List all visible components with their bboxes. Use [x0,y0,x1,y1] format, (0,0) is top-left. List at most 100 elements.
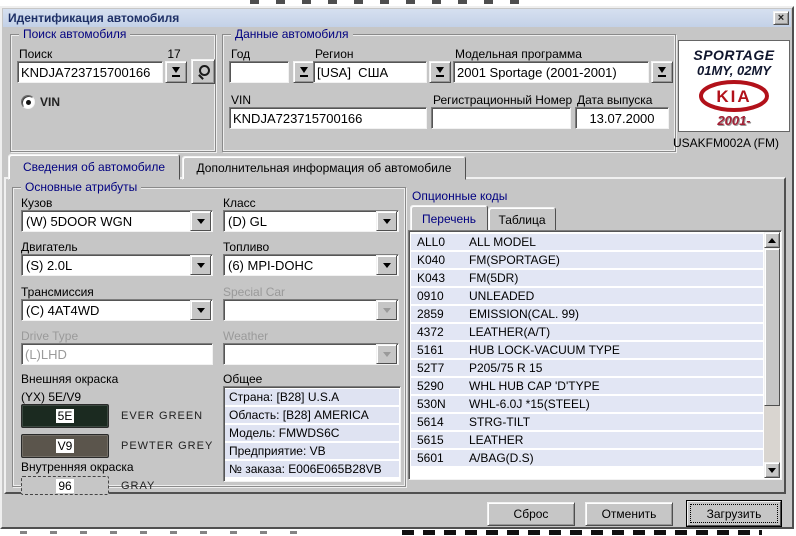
combo-arrow-button[interactable] [376,211,397,231]
registration-number-label: Регистрационный Номер [433,93,572,107]
option-code: 530N [411,397,469,411]
combo-arrow-button[interactable] [190,255,211,275]
exterior-swatch-pewter-grey: V9 PEWTER GREY [21,434,213,458]
dropdown-arrow-icon [300,67,309,77]
combo-arrow-button [376,300,397,320]
exterior-paint-label: Внешняя окраска [21,372,118,386]
load-button-label: Загрузить [707,507,762,521]
option-code-row[interactable]: 2859 EMISSION(CAL. 99) [411,306,763,322]
fuel-label: Топливо [223,240,269,254]
interior-paint-label: Внутренняя окраска [21,460,134,474]
registration-number-input[interactable] [431,107,571,129]
tab-additional-info[interactable]: Дополнительная информация об автомобиле [182,156,466,180]
reset-button-label: Сброс [514,507,549,521]
option-code-row[interactable]: 530N WHL-6.0J *15(STEEL) [411,396,763,412]
engine-label: Двигатель [21,240,78,254]
general-listbox[interactable]: Страна: [B28] U.S.A Область: [B28] AMERI… [223,386,401,482]
scroll-down-button[interactable] [764,462,780,478]
fuel-combo[interactable]: (6) MPI-DOHC [223,254,399,276]
scrollbar[interactable] [764,232,780,478]
option-code-row[interactable]: K040 FM(SPORTAGE) [411,252,763,268]
option-description: WHL-6.0J *15(STEEL) [469,397,763,411]
region-input[interactable] [313,61,427,83]
dialog-title: Идентификация автомобиля [8,11,773,25]
vehicle-data-group-title: Данные автомобиля [231,27,353,41]
tab-vehicle-info[interactable]: Сведения об автомобиле [8,154,180,180]
option-code-row[interactable]: 5615 LEATHER [411,432,763,448]
body-label: Кузов [21,196,52,210]
svg-text:KIA: KIA [716,87,751,106]
search-button[interactable] [191,59,215,84]
scroll-up-button[interactable] [764,232,780,248]
transmission-combo[interactable]: (C) 4AT4WD [21,299,213,321]
option-code-row[interactable]: K043 FM(5DR) [411,270,763,286]
option-code-row[interactable]: 52T7 P205/75 R 15 [411,360,763,376]
weather-combo [223,343,399,365]
vin-radio[interactable]: VIN [21,95,60,109]
chevron-down-icon [383,263,391,268]
dropdown-arrow-icon [436,67,445,77]
option-code-row[interactable]: 0910 UNLEADED [411,288,763,304]
tab-option-table-label: Таблица [498,213,545,227]
combo-arrow-button[interactable] [190,300,211,320]
general-row: Страна: [B28] U.S.A [225,389,399,405]
option-code-row[interactable]: 5614 STRG-TILT [411,414,763,430]
chevron-down-icon [383,308,391,313]
option-code-row[interactable]: ALL0 ALL MODEL [411,234,763,250]
screen: Идентификация автомобиля × Поиск автомоб… [0,0,796,536]
year-dropdown-button[interactable] [293,61,315,83]
engine-combo[interactable]: (S) 2.0L [21,254,213,276]
option-code: 2859 [411,307,469,321]
region-dropdown-button[interactable] [429,61,451,83]
logo-model-years: 01MY, 02MY [679,63,789,78]
scrollbar-thumb[interactable] [764,248,780,406]
release-date-input[interactable] [575,107,669,129]
option-description: EMISSION(CAL. 99) [469,307,763,321]
region-label: Регион [315,47,354,61]
search-group: Поиск автомобиля Поиск 17 VIN [10,34,216,152]
body-combo[interactable]: (W) 5DOOR WGN [21,210,213,232]
general-label: Общее [223,372,262,386]
search-group-title: Поиск автомобиля [19,27,130,41]
option-code-row[interactable]: 4372 LEATHER(A/T) [411,324,763,340]
search-input[interactable] [17,61,163,83]
dialog-titlebar[interactable]: Идентификация автомобиля × [3,9,791,27]
search-dropdown-button[interactable] [165,61,187,83]
class-label: Класс [223,196,256,210]
option-description: STRG-TILT [469,415,763,429]
special-car-combo [223,299,399,321]
model-program-input[interactable] [453,61,649,83]
body-value: (W) 5DOOR WGN [22,214,190,229]
tab-option-list[interactable]: Перечень [410,205,488,233]
engine-value: (S) 2.0L [22,258,190,273]
option-code-row[interactable]: 5290 WHL HUB CAP 'D'TYPE [411,378,763,394]
combo-arrow-button[interactable] [376,255,397,275]
load-button[interactable]: Загрузить [686,500,782,527]
fuel-value: (6) MPI-DOHC [224,258,376,273]
drive-type-label: Drive Type [21,329,78,343]
combo-arrow-button[interactable] [190,211,211,231]
general-row: Область: [B28] AMERICA [225,407,399,423]
cancel-button[interactable]: Отменить [585,502,673,526]
logo-year: 2001- [679,113,789,128]
year-input[interactable] [229,61,289,83]
color-code: 5E [56,409,75,423]
chevron-down-icon [768,468,776,473]
transmission-label: Трансмиссия [21,285,94,299]
option-code: 5614 [411,415,469,429]
option-description: P205/75 R 15 [469,361,763,375]
close-button[interactable]: × [773,11,789,25]
class-combo[interactable]: (D) GL [223,210,399,232]
reset-button[interactable]: Сброс [487,502,575,526]
main-attributes-title: Основные атрибуты [21,180,141,194]
option-code-row[interactable]: 5601 A/BAG(D.S) [411,450,763,466]
model-logo-panel: SPORTAGE 01MY, 02MY KIA 2001- [678,40,790,132]
model-program-dropdown-button[interactable] [651,61,673,83]
color-name: GRAY [121,480,155,492]
option-codes-list[interactable]: ALL0 ALL MODEL K040 FM(SPORTAGE) K043 FM… [408,230,782,480]
vin-input[interactable] [229,107,427,129]
color-name: PEWTER GREY [121,440,213,452]
option-description: LEATHER [469,433,763,447]
tab-vehicle-info-label: Сведения об автомобиле [23,160,165,174]
option-code-row[interactable]: 5161 HUB LOCK-VACUUM TYPE [411,342,763,358]
